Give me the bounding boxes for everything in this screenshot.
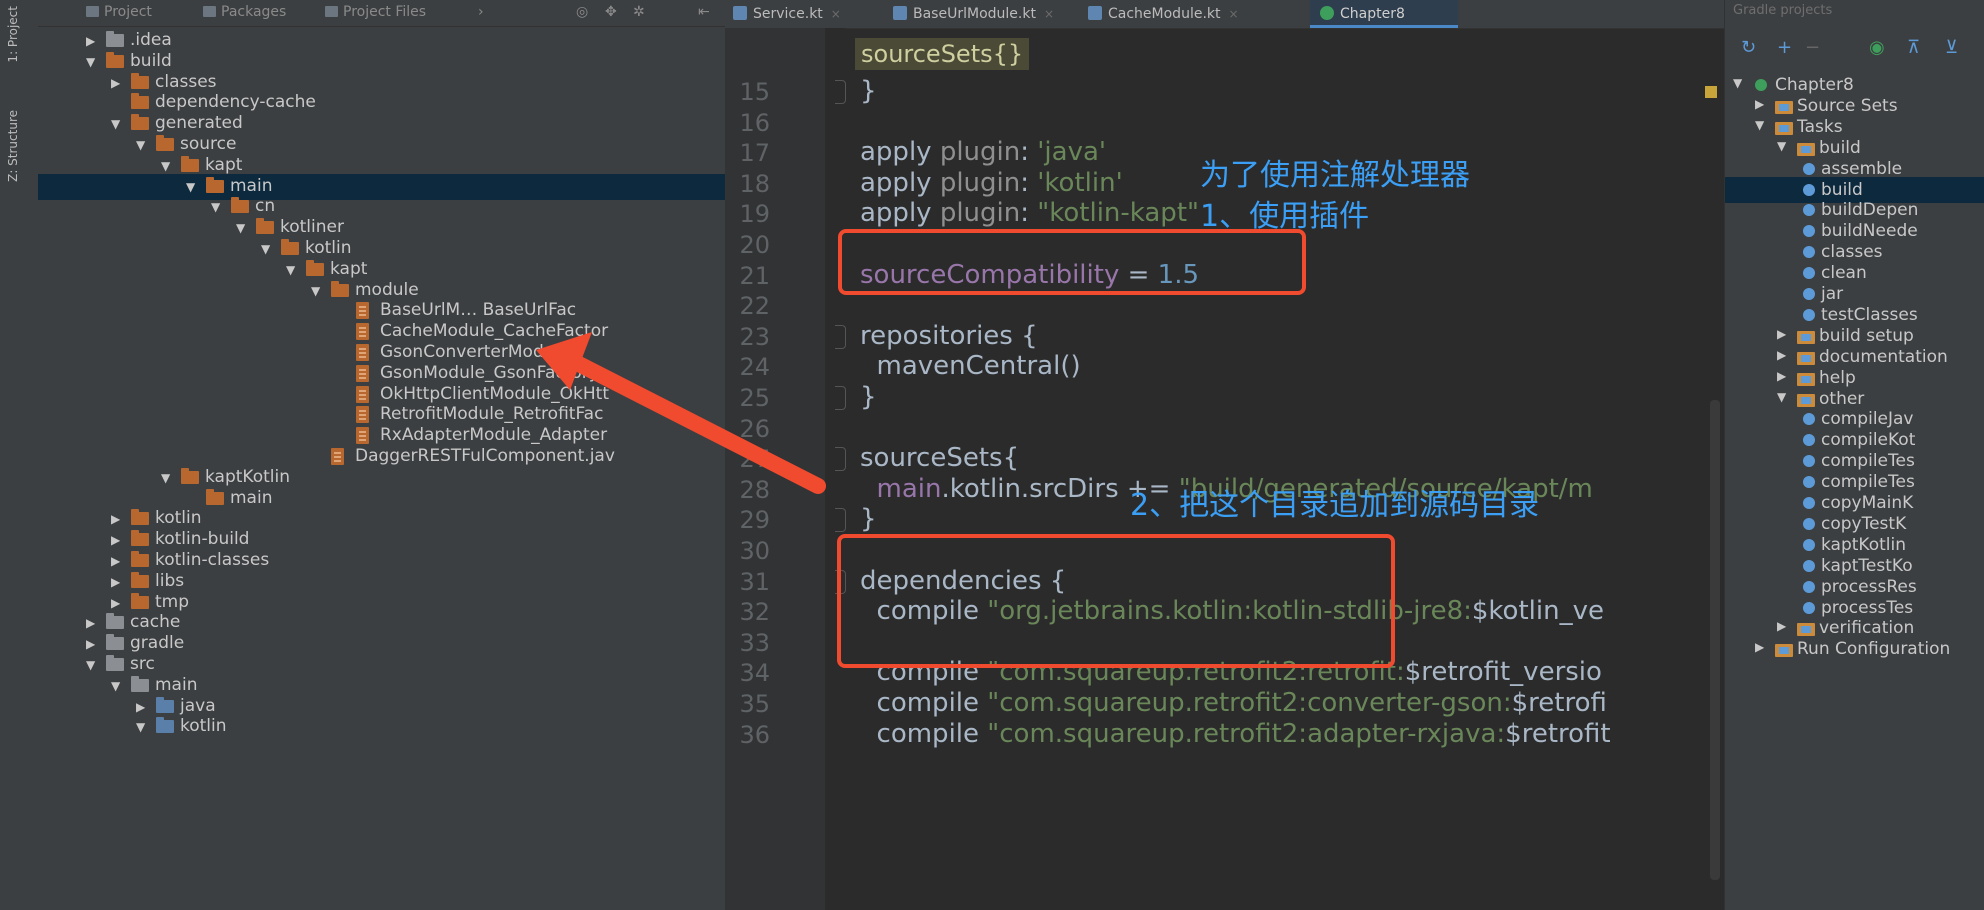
red-arrow [536,332,826,494]
ide-window: 1: Project Z: Structure Project Packages… [0,0,1984,910]
red-arrow-shaft [567,354,826,494]
